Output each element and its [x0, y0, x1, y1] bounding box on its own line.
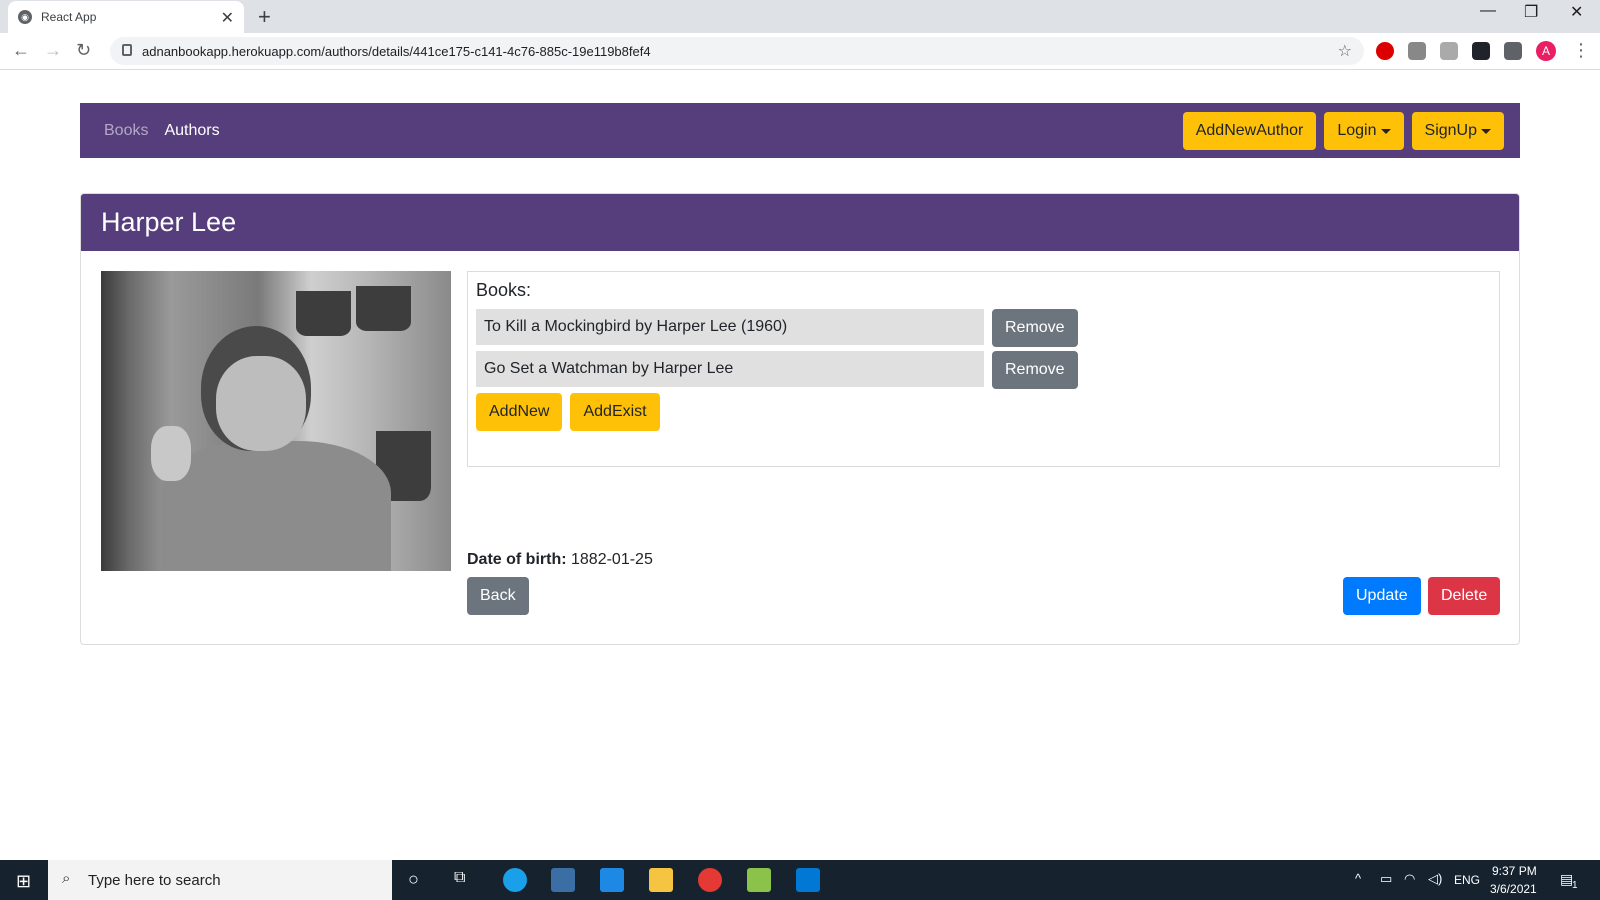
- nav-books-link[interactable]: Books: [104, 122, 148, 140]
- add-new-author-button[interactable]: AddNewAuthor: [1182, 112, 1317, 150]
- photo-pot: [356, 286, 411, 331]
- search-placeholder: Type here to search: [88, 871, 221, 889]
- date-of-birth: Date of birth: 1882-01-25: [467, 551, 653, 569]
- forward-arrow-icon[interactable]: →: [44, 40, 62, 61]
- login-label: Login: [1337, 122, 1377, 139]
- git-icon[interactable]: [747, 868, 771, 892]
- lock-icon: [122, 44, 132, 56]
- back-arrow-icon[interactable]: ←: [12, 40, 30, 61]
- minimize-icon[interactable]: —: [1480, 2, 1496, 20]
- profile-avatar[interactable]: A: [1536, 41, 1556, 61]
- restore-icon[interactable]: ❐: [1524, 2, 1538, 22]
- remove-book-button[interactable]: Remove: [992, 309, 1078, 347]
- photo-pot: [296, 291, 351, 336]
- book-row: Go Set a Watchman by Harper Lee Remove: [476, 351, 1491, 389]
- browser-tab[interactable]: ◉ React App ✕: [8, 1, 244, 33]
- wifi-icon[interactable]: ◠: [1404, 871, 1415, 887]
- photo-face: [216, 356, 306, 451]
- adblock-icon[interactable]: [1376, 42, 1394, 60]
- mail-icon[interactable]: [600, 868, 624, 892]
- caret-down-icon: [1380, 128, 1391, 134]
- add-book-actions: AddNew AddExist: [476, 393, 1491, 431]
- task-view-icon[interactable]: ⧉: [454, 869, 465, 887]
- globe-icon: ◉: [18, 10, 32, 24]
- remove-book-button[interactable]: Remove: [992, 351, 1078, 389]
- browser-toolbar: ← → ↻ adnanbookapp.herokuapp.com/authors…: [0, 33, 1600, 70]
- extension-shield-icon[interactable]: [1408, 42, 1426, 60]
- signup-label: SignUp: [1424, 122, 1477, 139]
- page-content: Books Authors AddNewAuthor Login SignUp …: [0, 70, 1600, 860]
- books-panel: Books: To Kill a Mockingbird by Harper L…: [467, 271, 1500, 467]
- notification-count: 1: [1572, 880, 1578, 891]
- windows-start-icon[interactable]: ⊞: [16, 871, 31, 892]
- file-explorer-icon[interactable]: [649, 868, 673, 892]
- url-text: adnanbookapp.herokuapp.com/authors/detai…: [142, 43, 651, 59]
- close-tab-icon[interactable]: ✕: [221, 8, 234, 28]
- extension-copy-icon[interactable]: [1440, 42, 1458, 60]
- app-navbar: Books Authors AddNewAuthor Login SignUp: [80, 103, 1520, 158]
- signup-dropdown-button[interactable]: SignUp: [1411, 112, 1504, 150]
- browser-tab-strip: ◉ React App ✕ + — ❐ ✕: [0, 0, 1600, 33]
- tray-chevron-icon[interactable]: ^: [1355, 871, 1361, 886]
- book-row: To Kill a Mockingbird by Harper Lee (196…: [476, 309, 1491, 347]
- chrome-icon[interactable]: [698, 868, 722, 892]
- clock-date[interactable]: 3/6/2021: [1490, 882, 1537, 896]
- author-name-heading: Harper Lee: [81, 194, 1519, 251]
- book-title[interactable]: To Kill a Mockingbird by Harper Lee (196…: [476, 309, 984, 345]
- caret-down-icon: [1481, 128, 1491, 134]
- dob-value: 1882-01-25: [571, 551, 653, 568]
- book-title[interactable]: Go Set a Watchman by Harper Lee: [476, 351, 984, 387]
- taskbar-search[interactable]: ⌕ Type here to search: [48, 860, 392, 900]
- tab-title: React App: [41, 10, 97, 24]
- nav-authors-link[interactable]: Authors: [164, 122, 219, 140]
- new-tab-icon[interactable]: +: [258, 4, 271, 30]
- books-heading: Books:: [476, 280, 532, 300]
- photo-hand: [151, 426, 191, 481]
- clock-time[interactable]: 9:37 PM: [1492, 864, 1537, 878]
- login-dropdown-button[interactable]: Login: [1324, 112, 1404, 150]
- cortana-icon[interactable]: ○: [408, 869, 419, 890]
- add-new-book-button[interactable]: AddNew: [476, 393, 563, 431]
- update-button[interactable]: Update: [1343, 577, 1421, 615]
- delete-button[interactable]: Delete: [1428, 577, 1501, 615]
- photo-body: [161, 441, 391, 571]
- windows-taskbar: ⊞ ⌕ Type here to search ○ ⧉ ^ ▭ ◠ ◁) ENG…: [0, 860, 1600, 900]
- reload-icon[interactable]: ↻: [76, 40, 91, 61]
- battery-icon[interactable]: ▭: [1380, 871, 1392, 887]
- kebab-menu-icon[interactable]: ⋮: [1572, 40, 1590, 61]
- extensions-puzzle-icon[interactable]: [1504, 42, 1522, 60]
- edge-icon[interactable]: [503, 868, 527, 892]
- author-photo: [101, 271, 451, 571]
- back-button[interactable]: Back: [467, 577, 529, 615]
- author-card: Harper Lee Books: To Kill a Mockingbird …: [80, 193, 1520, 645]
- vscode-icon[interactable]: [796, 868, 820, 892]
- store-icon[interactable]: [551, 868, 575, 892]
- volume-icon[interactable]: ◁): [1428, 871, 1442, 887]
- search-icon: ⌕: [62, 870, 71, 887]
- language-indicator[interactable]: ENG: [1454, 873, 1480, 887]
- dob-label: Date of birth:: [467, 551, 567, 568]
- react-devtools-icon[interactable]: [1472, 42, 1490, 60]
- window-close-icon[interactable]: ✕: [1570, 2, 1583, 22]
- add-existing-book-button[interactable]: AddExist: [570, 393, 660, 431]
- address-bar[interactable]: adnanbookapp.herokuapp.com/authors/detai…: [110, 37, 1364, 65]
- bookmark-star-icon[interactable]: ☆: [1338, 41, 1352, 61]
